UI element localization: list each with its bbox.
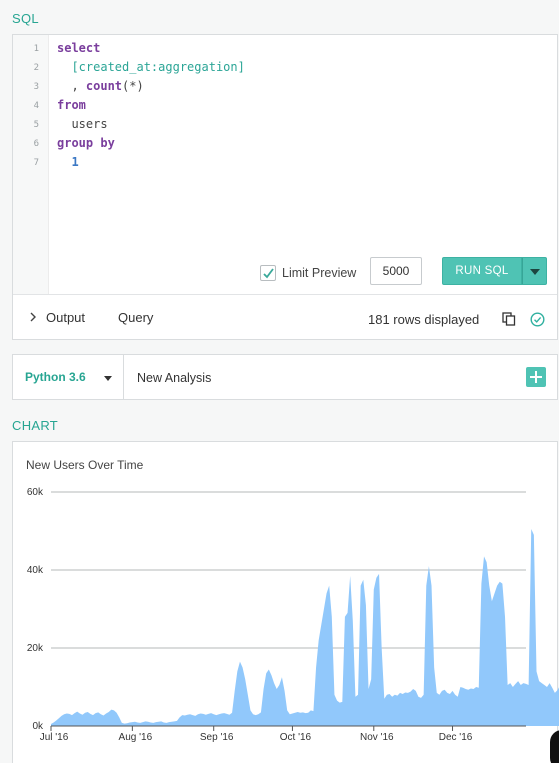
limit-preview-checkbox[interactable]: [260, 265, 276, 281]
caret-down-icon: [104, 376, 112, 381]
analysis-name[interactable]: New Analysis: [137, 371, 211, 385]
line-number-gutter: 1 2 3 4 5 6 7: [13, 35, 49, 294]
checkmark-icon: [263, 268, 274, 279]
line-number: 3: [33, 82, 39, 92]
line-number: 1: [33, 44, 39, 54]
sql-keyword: count: [85, 79, 123, 93]
run-options-dropdown[interactable]: [522, 257, 547, 285]
chart-card: New Users Over Time 0k 20k 40k 60k Jul '16 Au…: [12, 441, 559, 763]
tab-output[interactable]: Output: [46, 310, 85, 325]
code-line: from: [57, 98, 86, 112]
sql-number: 1: [71, 155, 79, 169]
limit-preview-label: Limit Preview: [282, 266, 357, 280]
line-number: 2: [33, 63, 39, 73]
python-analysis-bar: Python 3.6 New Analysis: [12, 354, 558, 400]
sql-keyword: select: [57, 41, 101, 55]
y-tick-label: 20k: [27, 643, 44, 654]
y-tick-label: 60k: [27, 487, 44, 498]
sql-punctuation: ,: [71, 79, 86, 93]
sql-section-label: SQL: [12, 11, 39, 26]
limit-preview-input[interactable]: 5000: [370, 257, 422, 285]
code-line: , count(*): [57, 79, 144, 93]
scroll-handle: [550, 730, 559, 763]
sql-code-editor[interactable]: 1 2 3 4 5 6 7 select [created_at:aggrega…: [13, 35, 557, 295]
code-line: [created_at:aggregation]: [57, 60, 245, 74]
sql-identifier: users: [71, 117, 108, 131]
chevron-right-icon[interactable]: [29, 311, 37, 325]
x-tick-label: Aug '16: [119, 732, 153, 743]
code-line: 1: [57, 155, 79, 169]
add-analysis-button[interactable]: [526, 367, 546, 387]
x-tick-label: Nov '16: [360, 732, 394, 743]
x-tick-label: Oct '16: [280, 732, 312, 743]
rows-displayed-status: 181 rows displayed: [368, 312, 480, 327]
x-tick-label: Jul '16: [40, 732, 69, 743]
x-tick-label: Sep '16: [200, 732, 234, 743]
run-sql-button[interactable]: RUN SQL: [442, 257, 522, 285]
check-circle-icon: [530, 312, 545, 332]
python-version-select[interactable]: Python 3.6: [13, 355, 124, 399]
line-number: 5: [33, 120, 39, 130]
code-line: group by: [57, 136, 115, 150]
code-line: select: [57, 41, 100, 55]
line-number: 7: [33, 158, 39, 168]
series-area: [51, 529, 559, 726]
sql-punctuation: (*): [122, 79, 144, 93]
new-users-area-chart: 0k 20k 40k 60k Jul '16 Aug '16 Sep '16 Oct '16 N…: [27, 487, 559, 743]
copy-icon[interactable]: [502, 312, 516, 331]
python-version-label: Python 3.6: [25, 370, 86, 384]
chart-section-label: CHART: [12, 418, 59, 433]
sql-editor-card: 1 2 3 4 5 6 7 select [created_at:aggrega…: [12, 34, 558, 340]
line-number: 4: [33, 101, 39, 111]
output-bar: Output Query 181 rows displayed: [13, 295, 557, 340]
sql-variable: [created_at:aggregation]: [71, 60, 245, 74]
x-tick-label: Dec '16: [439, 732, 473, 743]
y-tick-label: 0k: [32, 721, 44, 732]
line-number: 6: [33, 139, 39, 149]
y-tick-label: 40k: [27, 565, 44, 576]
code-line: users: [57, 117, 108, 131]
tab-query[interactable]: Query: [118, 310, 153, 325]
sql-keyword: from: [57, 98, 86, 112]
sql-keyword: group by: [57, 136, 115, 150]
